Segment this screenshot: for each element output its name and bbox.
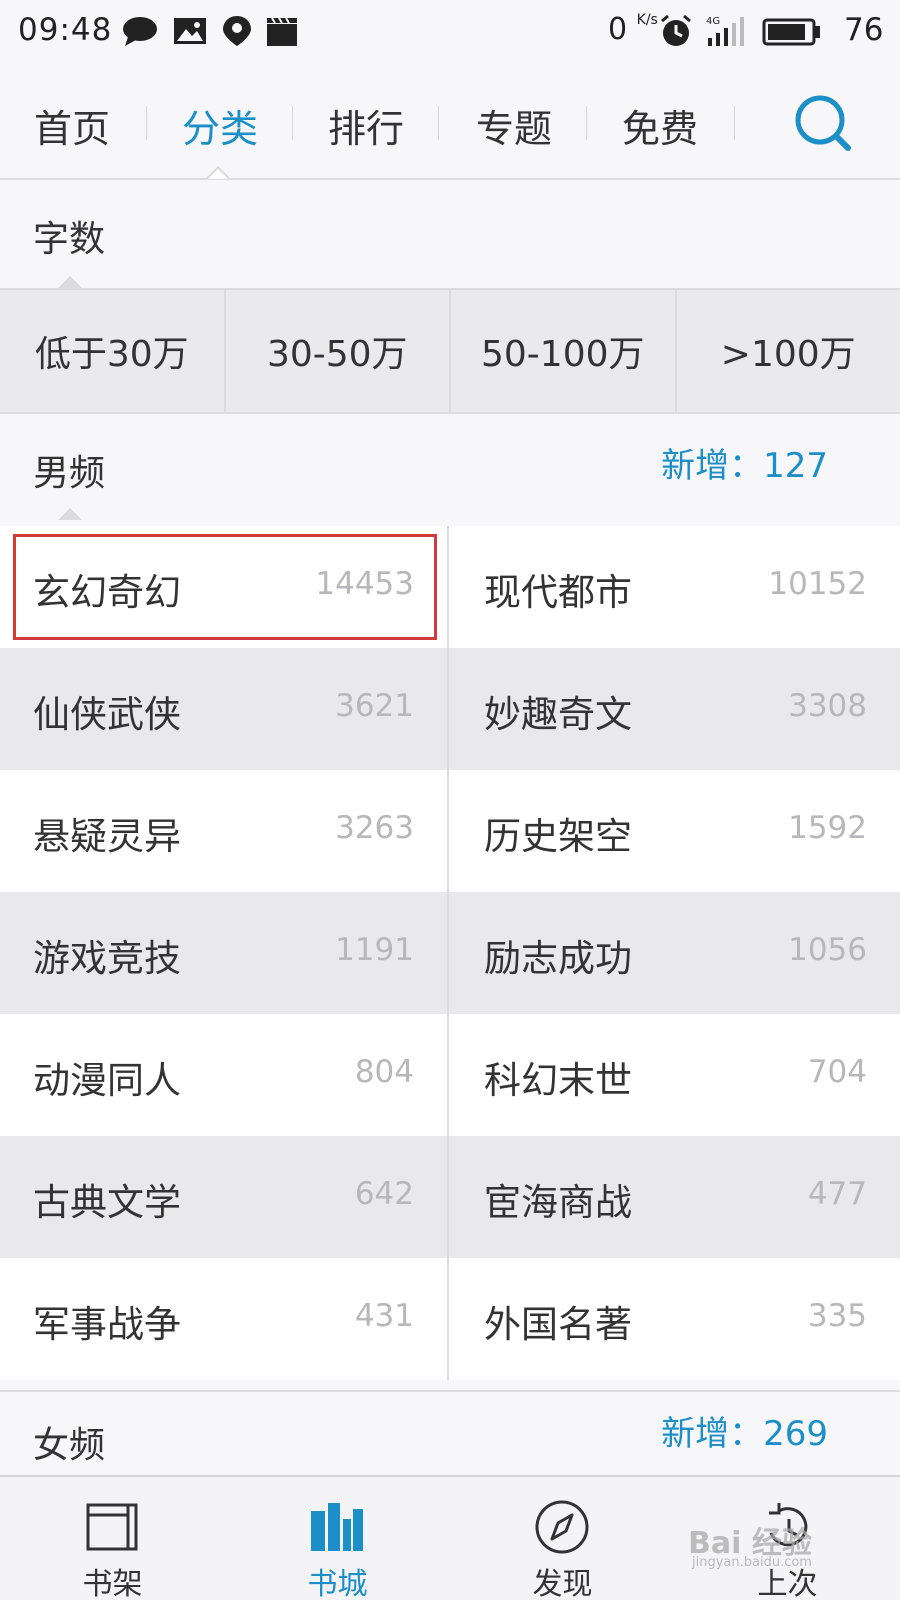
word-count-filter: 低于30万 30-50万 50-100万 >100万 <box>0 288 900 414</box>
category-name: 励志成功 <box>484 937 632 980</box>
nav-divider <box>438 106 439 140</box>
category-name: 军事战争 <box>33 1303 181 1346</box>
battery-icon <box>762 18 820 46</box>
category-name: 仙侠武侠 <box>33 693 181 736</box>
category-gudian[interactable]: 古典文学 642 <box>0 1136 449 1258</box>
category-name: 游戏竞技 <box>33 937 181 980</box>
category-waiguo[interactable]: 外国名著 335 <box>451 1258 900 1380</box>
table-row: 军事战争 431 外国名著 335 <box>0 1258 900 1380</box>
male-new-count: 新增：127 <box>661 446 828 486</box>
category-count: 1056 <box>788 932 867 968</box>
tab-category[interactable]: 分类 <box>160 98 280 151</box>
table-row: 动漫同人 804 科幻末世 704 <box>0 1014 900 1136</box>
tab-home[interactable]: 首页 <box>12 98 132 151</box>
category-count: 3308 <box>788 688 867 724</box>
category-count: 704 <box>807 1054 867 1090</box>
category-count: 3263 <box>335 810 414 846</box>
signal-icon: 4G <box>706 16 744 46</box>
category-count: 431 <box>354 1298 414 1334</box>
category-xuanyi[interactable]: 悬疑灵异 3263 <box>0 770 449 892</box>
section-caret <box>58 508 82 520</box>
word-count-header: 字数 <box>0 182 900 288</box>
compass-icon <box>535 1500 589 1554</box>
table-row: 玄幻奇幻 14453 现代都市 10152 <box>0 526 900 648</box>
category-name: 动漫同人 <box>33 1059 181 1102</box>
bottom-tab-bookshelf[interactable]: 书架 <box>0 1477 225 1600</box>
word-count-label: 字数 <box>33 219 106 260</box>
word-count-option-50-100w[interactable]: 50-100万 <box>451 290 677 412</box>
video-icon <box>267 17 297 46</box>
section-caret <box>58 276 82 288</box>
category-dushi[interactable]: 现代都市 10152 <box>451 526 900 648</box>
nav-divider <box>586 106 587 140</box>
table-row: 仙侠武侠 3621 妙趣奇文 3308 <box>0 648 900 770</box>
category-count: 1592 <box>788 810 867 846</box>
category-count: 3621 <box>335 688 414 724</box>
svg-text:4G: 4G <box>706 16 720 27</box>
nav-divider <box>734 106 735 140</box>
category-count: 477 <box>807 1176 867 1212</box>
tab-ranking[interactable]: 排行 <box>306 98 426 151</box>
bookshelf-icon <box>86 1503 138 1551</box>
category-count: 804 <box>354 1054 414 1090</box>
category-lizhi[interactable]: 励志成功 1056 <box>451 892 900 1014</box>
table-row: 古典文学 642 宦海商战 477 <box>0 1136 900 1258</box>
category-name: 现代都市 <box>484 571 632 614</box>
chat-icon <box>123 17 157 46</box>
highlight-box <box>13 534 437 640</box>
bottom-tab-discover[interactable]: 发现 <box>450 1477 675 1600</box>
category-youxi[interactable]: 游戏竞技 1191 <box>0 892 449 1014</box>
category-name: 悬疑灵异 <box>33 815 181 858</box>
table-row: 游戏竞技 1191 励志成功 1056 <box>0 892 900 1014</box>
category-count: 642 <box>354 1176 414 1212</box>
bottom-tab-label: 发现 <box>532 1567 593 1600</box>
category-name: 古典文学 <box>33 1181 181 1224</box>
bottom-tab-bookstore[interactable]: 书城 <box>225 1477 450 1600</box>
category-name: 妙趣奇文 <box>484 693 632 736</box>
category-miaoqu[interactable]: 妙趣奇文 3308 <box>451 648 900 770</box>
male-section-header: 男频 新增：127 <box>0 414 900 520</box>
word-count-option-under-30w[interactable]: 低于30万 <box>0 290 226 412</box>
category-kehuan[interactable]: 科幻末世 704 <box>451 1014 900 1136</box>
alarm-icon <box>661 14 691 46</box>
category-count: 1191 <box>335 932 414 968</box>
tab-free[interactable]: 免费 <box>600 98 720 151</box>
category-name: 宦海商战 <box>484 1181 632 1224</box>
female-section-header: 女频 新增：269 <box>0 1390 900 1475</box>
net-speed: 0 K/s <box>608 12 658 47</box>
female-new-count: 新增：269 <box>661 1414 828 1454</box>
category-name: 外国名著 <box>484 1303 632 1346</box>
category-name: 历史架空 <box>484 815 632 858</box>
male-section-label: 男频 <box>33 453 106 494</box>
status-time: 09:48 <box>18 12 113 48</box>
image-icon <box>174 18 206 44</box>
category-junshi[interactable]: 军事战争 431 <box>0 1258 449 1380</box>
category-huanhai[interactable]: 宦海商战 477 <box>451 1136 900 1258</box>
category-name: 科幻末世 <box>484 1059 632 1102</box>
bottom-tab-label: 书城 <box>307 1567 368 1600</box>
top-nav: 首页 分类 排行 专题 免费 <box>0 62 900 180</box>
category-count: 335 <box>807 1298 867 1334</box>
battery-level: 76 <box>844 12 884 48</box>
category-lishi[interactable]: 历史架空 1592 <box>451 770 900 892</box>
category-xuanhuan[interactable]: 玄幻奇幻 14453 <box>0 526 449 648</box>
bookstore-icon <box>311 1503 363 1551</box>
category-xianxia[interactable]: 仙侠武侠 3621 <box>0 648 449 770</box>
table-row: 悬疑灵异 3263 历史架空 1592 <box>0 770 900 892</box>
location-icon <box>223 16 251 46</box>
female-section-label: 女频 <box>33 1425 106 1466</box>
nav-divider <box>292 106 293 140</box>
search-icon[interactable] <box>792 92 856 156</box>
active-tab-indicator-fill <box>208 169 228 179</box>
bottom-tab-label: 书架 <box>82 1567 143 1600</box>
word-count-option-30-50w[interactable]: 30-50万 <box>226 290 451 412</box>
nav-divider <box>146 106 147 140</box>
tab-topics[interactable]: 专题 <box>454 98 574 151</box>
category-dongman[interactable]: 动漫同人 804 <box>0 1014 449 1136</box>
category-count: 10152 <box>768 566 867 602</box>
word-count-option-over-100w[interactable]: >100万 <box>677 290 900 412</box>
status-bar: 09:48 0 K/s 4G 76 <box>0 0 900 62</box>
watermark-subtext: jingyan.baidu.com <box>692 1555 812 1570</box>
